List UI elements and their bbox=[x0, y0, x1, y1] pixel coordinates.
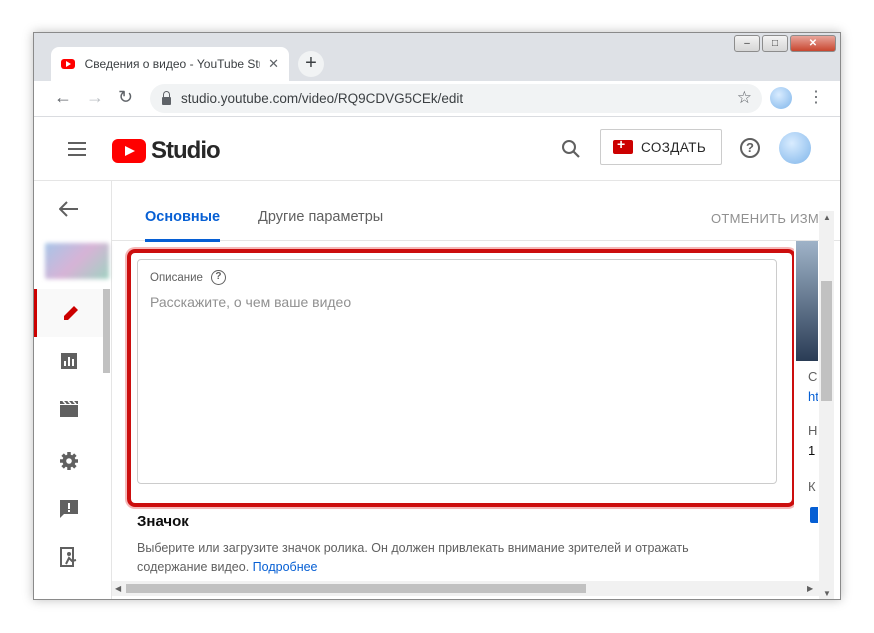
studio-header: Studio СОЗДАТЬ ? bbox=[34, 117, 840, 181]
editor-clapper-icon bbox=[60, 400, 78, 417]
thumbnail-description: Выберите или загрузите значок ролика. Он… bbox=[137, 541, 689, 574]
minimize-button[interactable]: – bbox=[734, 35, 760, 52]
youtube-favicon-icon bbox=[61, 59, 75, 69]
vertical-scroll-thumb[interactable] bbox=[821, 281, 832, 401]
back-arrow-icon[interactable] bbox=[34, 185, 104, 233]
browser-toolbar: ← → ↻ studio.youtube.com/video/RQ9CDVG5C… bbox=[34, 81, 840, 117]
page-vertical-scrollbar[interactable]: ▲ ▼ bbox=[819, 211, 834, 599]
scroll-down-icon[interactable]: ▼ bbox=[823, 589, 831, 598]
tab-other-params[interactable]: Другие параметры bbox=[258, 209, 383, 225]
studio-page: Studio СОЗДАТЬ ? bbox=[34, 117, 840, 599]
studio-logo[interactable]: Studio bbox=[112, 137, 221, 165]
forward-button[interactable]: → bbox=[86, 87, 104, 108]
scroll-left-icon[interactable]: ◀ bbox=[115, 584, 121, 593]
back-button[interactable]: ← bbox=[54, 87, 72, 108]
panel-value-1: 1 bbox=[808, 443, 816, 458]
address-bar[interactable]: studio.youtube.com/video/RQ9CDVG5CEk/edi… bbox=[150, 84, 762, 113]
panel-label-k: К bbox=[808, 479, 816, 494]
help-icon[interactable]: ? bbox=[740, 138, 760, 158]
video-thumbnail[interactable] bbox=[45, 243, 109, 279]
page-tabs: Основные Другие параметры ОТМЕНИТЬ ИЗМ bbox=[112, 181, 840, 242]
learn-more-link[interactable]: Подробнее bbox=[253, 560, 318, 574]
close-window-button[interactable]: ✕ bbox=[790, 35, 836, 52]
video-link[interactable]: ht bbox=[808, 389, 818, 404]
exit-icon bbox=[60, 547, 77, 567]
browser-window: – □ ✕ Сведения о видео - YouTube Studio … bbox=[33, 32, 841, 600]
browser-tab[interactable]: Сведения о видео - YouTube Studio ✕ bbox=[51, 47, 289, 81]
description-placeholder: Расскажите, о чем ваше видео bbox=[150, 294, 352, 310]
sidebar-scrollbar[interactable] bbox=[103, 289, 110, 373]
studio-logo-text: Studio bbox=[151, 137, 221, 164]
sidebar bbox=[34, 181, 112, 599]
window-controls: – □ ✕ bbox=[734, 35, 836, 52]
panel-chip[interactable] bbox=[810, 507, 818, 523]
sidebar-item-details[interactable] bbox=[34, 289, 104, 337]
browser-profile-avatar[interactable] bbox=[770, 87, 792, 109]
url-text: studio.youtube.com/video/RQ9CDVG5CEk/edi… bbox=[181, 91, 464, 106]
undo-changes-button[interactable]: ОТМЕНИТЬ ИЗМ bbox=[711, 211, 819, 226]
main-content: Описание ? Расскажите, о чем ваше видео … bbox=[112, 241, 794, 581]
scroll-up-icon[interactable]: ▲ bbox=[823, 213, 831, 222]
description-label-text: Описание bbox=[150, 271, 203, 284]
analytics-icon bbox=[61, 353, 77, 369]
maximize-button[interactable]: □ bbox=[762, 35, 788, 52]
bookmark-star-icon[interactable]: ☆ bbox=[737, 88, 752, 108]
reload-button[interactable]: ↻ bbox=[118, 87, 133, 108]
page-horizontal-scrollbar[interactable]: ◀ ▶ bbox=[112, 581, 819, 596]
lock-icon bbox=[162, 90, 171, 105]
create-video-icon bbox=[613, 136, 633, 154]
account-avatar[interactable] bbox=[779, 132, 811, 164]
create-label: СОЗДАТЬ bbox=[641, 139, 707, 155]
description-help-icon[interactable]: ? bbox=[210, 270, 226, 285]
feedback-icon bbox=[60, 500, 78, 518]
sidebar-item-feedback[interactable] bbox=[34, 485, 104, 533]
edit-pencil-icon bbox=[63, 306, 78, 320]
browser-menu-icon[interactable]: ⋮ bbox=[808, 87, 824, 107]
horizontal-scroll-thumb[interactable] bbox=[126, 584, 586, 593]
tab-basic[interactable]: Основные bbox=[145, 209, 221, 242]
sidebar-item-settings[interactable] bbox=[34, 437, 104, 485]
description-label: Описание ? bbox=[150, 270, 226, 285]
sidebar-item-editor[interactable] bbox=[34, 385, 104, 433]
new-tab-button[interactable]: + bbox=[298, 51, 324, 77]
thumbnail-section-text: Выберите или загрузите значок ролика. Он… bbox=[137, 539, 757, 577]
thumbnail-section-title: Значок bbox=[137, 513, 189, 530]
sidebar-item-analytics[interactable] bbox=[34, 337, 104, 385]
youtube-logo-icon bbox=[112, 139, 146, 163]
video-preview[interactable] bbox=[796, 241, 818, 361]
tab-title: Сведения о видео - YouTube Studio bbox=[84, 57, 260, 71]
scroll-right-icon[interactable]: ▶ bbox=[807, 584, 813, 593]
sidebar-item-exit[interactable] bbox=[34, 533, 104, 581]
hamburger-menu-icon[interactable] bbox=[68, 142, 86, 160]
video-preview-panel: С ht Н 1 К bbox=[796, 241, 818, 581]
settings-gear-icon bbox=[60, 452, 78, 470]
search-icon[interactable] bbox=[561, 139, 581, 159]
panel-label-h: Н bbox=[808, 423, 818, 438]
description-field[interactable]: Описание ? Расскажите, о чем ваше видео bbox=[137, 259, 777, 484]
tab-close-icon[interactable]: ✕ bbox=[268, 56, 279, 72]
panel-label-c: С bbox=[808, 369, 818, 384]
create-button[interactable]: СОЗДАТЬ bbox=[600, 129, 722, 165]
